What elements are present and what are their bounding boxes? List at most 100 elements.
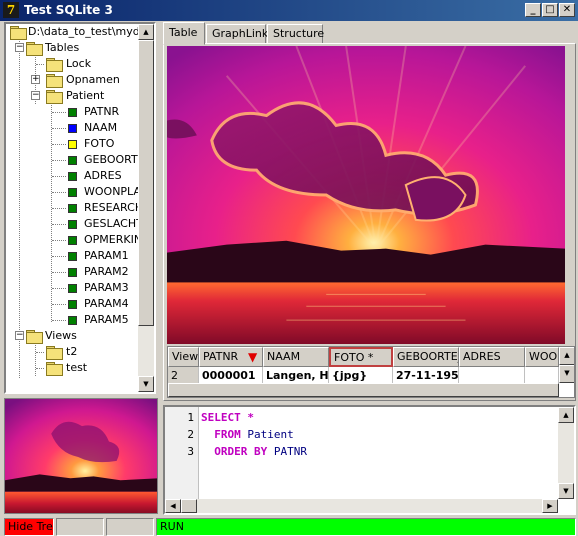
data-grid[interactable]: View PATNR ▼ NAAM FOTO * GEBOORTE_ ADRES…: [167, 346, 575, 398]
opnamen-folder-icon: [46, 74, 63, 88]
tree-guide-line: [52, 112, 66, 113]
sql-text: PATNR: [267, 445, 307, 458]
app-logo-icon: 7: [3, 2, 19, 18]
tables-folder-icon: [26, 42, 43, 56]
field-type-icon: [68, 284, 77, 293]
maximize-button[interactable]: □: [542, 3, 558, 17]
patient-folder-icon: [46, 90, 63, 104]
minimize-button[interactable]: _: [525, 3, 541, 17]
tree-node-test[interactable]: test: [66, 360, 87, 376]
sql-keyword: FROM: [214, 428, 241, 441]
column-header-geboortedatum[interactable]: GEBOORTE_: [393, 347, 459, 367]
column-header-foto[interactable]: FOTO *: [329, 347, 393, 367]
sql-editor[interactable]: 1 2 3 SELECT * FROM Patient ORDER BY PAT…: [163, 405, 576, 515]
tree-field-foto[interactable]: FOTO: [84, 136, 114, 152]
test-folder-icon: [46, 362, 63, 376]
tree-guide-line: [36, 368, 44, 369]
code-line-2[interactable]: FROM Patient: [201, 428, 294, 441]
database-tree[interactable]: D:\data_to_test\mydb.db − Tables Lock + …: [4, 22, 156, 394]
grid-scroll-down-button[interactable]: ▼: [559, 365, 574, 383]
status-panel-2: [106, 518, 154, 536]
title-bar[interactable]: 7 Test SQLite 3 _ □ ✕: [0, 0, 578, 21]
blob-image-viewer: [167, 46, 565, 344]
field-type-icon: [68, 108, 77, 117]
tree-field-param2[interactable]: PARAM2: [84, 264, 129, 280]
tree-node-tables[interactable]: Tables: [45, 40, 79, 56]
tab-structure[interactable]: Structure: [267, 24, 324, 44]
sunset-thumbnail-image: [5, 399, 157, 513]
grid-row-header: View: [168, 347, 199, 367]
tree-node-views[interactable]: Views: [45, 328, 77, 344]
tree-field-geslacht[interactable]: GESLACHT: [84, 216, 143, 232]
collapse-views-icon[interactable]: −: [15, 331, 24, 340]
tree-field-adres[interactable]: ADRES: [84, 168, 122, 184]
tree-node-patient[interactable]: Patient: [66, 88, 104, 104]
sort-descending-icon[interactable]: ▼: [248, 348, 257, 366]
tree-root-db[interactable]: D:\data_to_test\mydb.db: [28, 24, 154, 40]
editor-hscroll-thumb[interactable]: [181, 499, 197, 513]
collapse-tables-icon[interactable]: −: [15, 43, 24, 52]
sql-text: Patient: [240, 428, 294, 441]
scroll-down-button[interactable]: ▼: [138, 376, 154, 392]
grid-scroll-up-button[interactable]: ▲: [559, 347, 574, 365]
scroll-up-button[interactable]: ▲: [138, 24, 154, 40]
collapse-patient-icon[interactable]: −: [31, 91, 40, 100]
grid-horizontal-scrollbar[interactable]: [168, 383, 559, 397]
tree-field-param5[interactable]: PARAM5: [84, 312, 129, 328]
editor-scroll-down-button[interactable]: ▼: [558, 483, 574, 499]
status-panel-1: [56, 518, 104, 536]
tree-guide-line: [35, 342, 36, 376]
tree-guide-line: [52, 256, 66, 257]
window-title: Test SQLite 3: [24, 3, 113, 17]
tree-field-param4[interactable]: PARAM4: [84, 296, 129, 312]
tree-node-t2[interactable]: t2: [66, 344, 77, 360]
editor-scroll-left-button[interactable]: ◀: [165, 499, 181, 513]
tree-vertical-scrollbar[interactable]: ▲ ▼: [138, 24, 154, 392]
editor-scroll-up-button[interactable]: ▲: [558, 407, 574, 423]
column-header-woonplaats[interactable]: WOON: [525, 347, 559, 367]
field-type-icon: [68, 140, 77, 149]
app-window: 7 Test SQLite 3 _ □ ✕ D:\data_to_test\my…: [0, 0, 578, 536]
tree-guide-line: [52, 160, 66, 161]
code-line-3[interactable]: ORDER BY PATNR: [201, 445, 307, 458]
tree-guide-line: [52, 224, 66, 225]
editor-scroll-right-button[interactable]: ▶: [542, 499, 558, 513]
sql-keyword: SELECT: [201, 411, 241, 424]
line-number-gutter: 1 2 3: [165, 407, 199, 501]
code-line-1[interactable]: SELECT *: [201, 411, 254, 424]
tree-guide-line: [52, 304, 66, 305]
root-folder-icon: [10, 26, 27, 40]
editor-vertical-scrollbar[interactable]: ▲ ▼: [558, 407, 574, 499]
column-header-naam[interactable]: NAAM: [263, 347, 329, 367]
tree-field-param3[interactable]: PARAM3: [84, 280, 129, 296]
image-preview-thumbnail: [4, 398, 158, 514]
tree-node-opnamen[interactable]: Opnamen: [66, 72, 120, 88]
field-type-icon: [68, 204, 77, 213]
column-header-adres[interactable]: ADRES: [459, 347, 525, 367]
grid-vertical-scrollbar[interactable]: ▲ ▼: [559, 347, 574, 383]
tab-table[interactable]: Table: [163, 22, 205, 45]
grid-hscroll-thumb[interactable]: [168, 383, 559, 397]
tree-node-lock[interactable]: Lock: [66, 56, 91, 72]
column-header-patnr[interactable]: PATNR ▼: [199, 347, 263, 367]
tree-field-naam[interactable]: NAAM: [84, 120, 117, 136]
tree-guide-line: [52, 176, 66, 177]
close-button[interactable]: ✕: [559, 3, 575, 17]
editor-horizontal-scrollbar[interactable]: ◀ ▶: [165, 499, 558, 513]
field-type-icon: [68, 252, 77, 261]
tree-field-research[interactable]: RESEARCH: [84, 200, 143, 216]
tab-graphlink[interactable]: GraphLink: [206, 24, 268, 44]
line-number: 2: [187, 428, 194, 441]
lock-folder-icon: [46, 58, 63, 72]
scroll-thumb[interactable]: [138, 40, 154, 326]
tree-guide-line: [52, 208, 66, 209]
expand-opnamen-icon[interactable]: +: [31, 75, 40, 84]
sql-text: *: [240, 411, 254, 424]
field-type-icon: [68, 124, 77, 133]
hide-tree-button[interactable]: Hide Tree: [4, 518, 54, 536]
tree-field-param1[interactable]: PARAM1: [84, 248, 129, 264]
tree-field-patnr[interactable]: PATNR: [84, 104, 119, 120]
run-status[interactable]: RUN: [156, 518, 576, 536]
